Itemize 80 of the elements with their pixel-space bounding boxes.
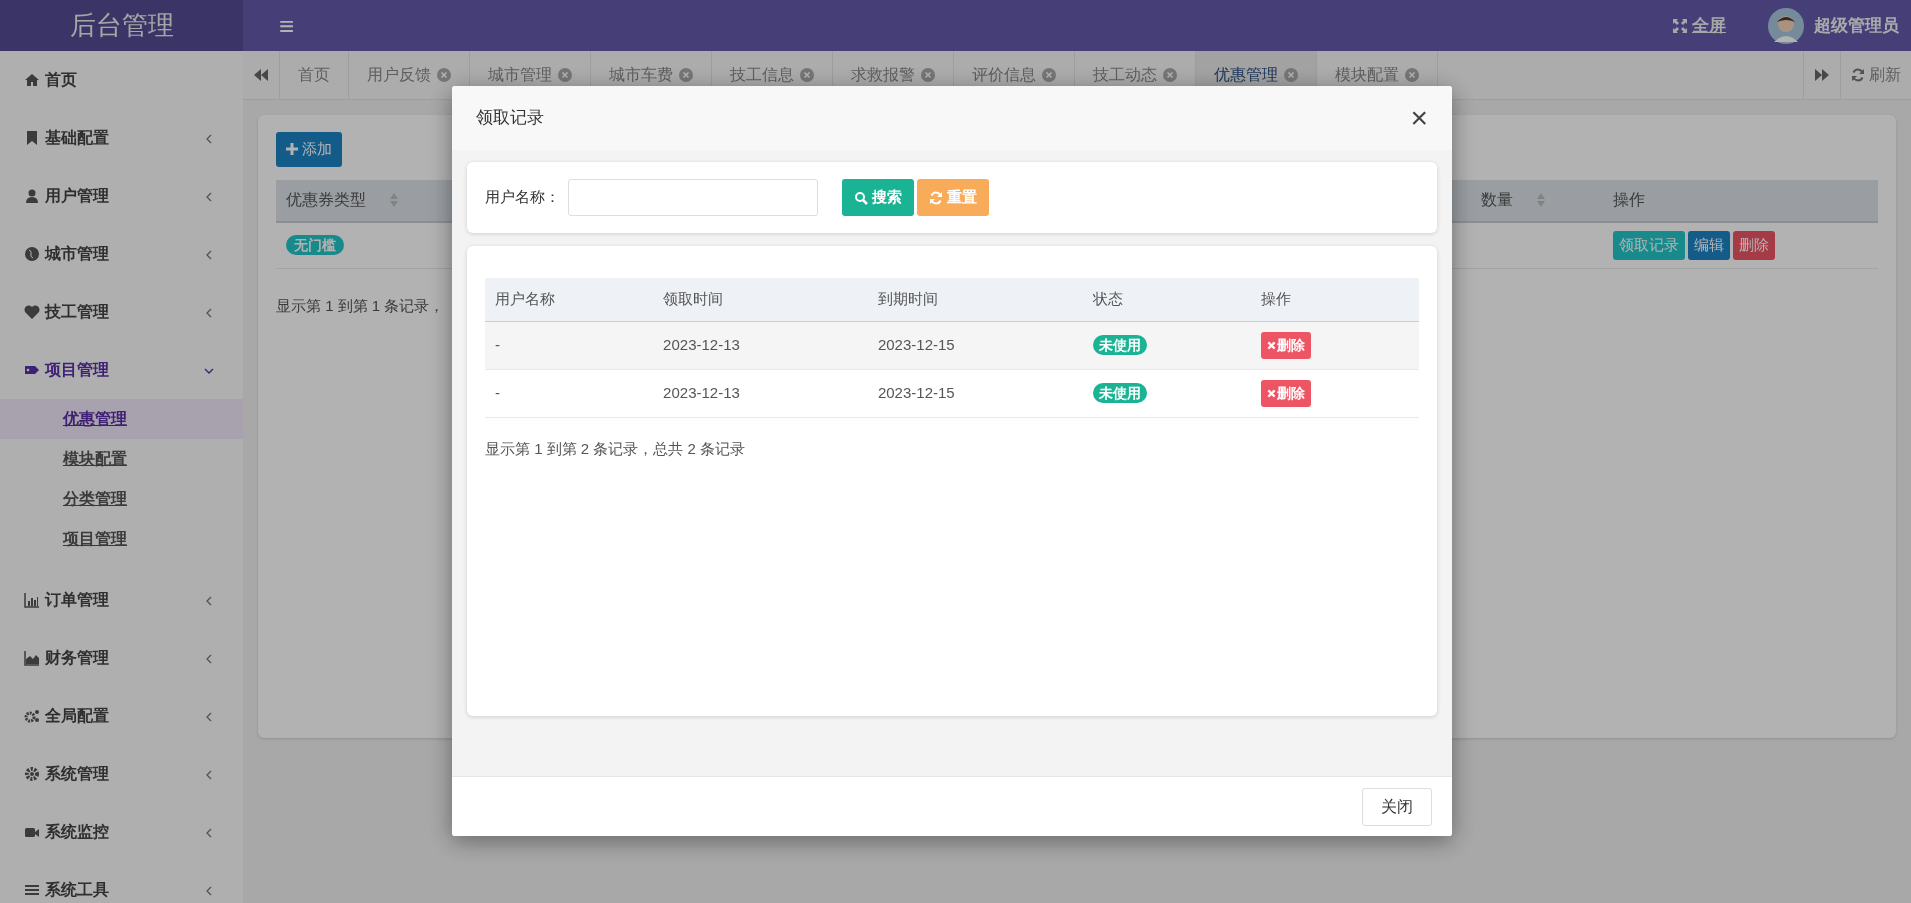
refresh-icon bbox=[929, 190, 943, 205]
user-name[interactable]: 超级管理员 bbox=[1814, 12, 1899, 39]
refresh-icon bbox=[1851, 68, 1865, 82]
menu-toggle[interactable]: ≡ bbox=[279, 12, 295, 39]
status-badge: 未使用 bbox=[1092, 382, 1147, 403]
close-icon[interactable] bbox=[558, 68, 572, 82]
column-header: 状态 bbox=[1092, 290, 1123, 307]
search-icon bbox=[854, 190, 868, 205]
column-header: 用户名称 bbox=[495, 290, 555, 307]
table-cell: - bbox=[495, 383, 500, 401]
add-button[interactable]: 添加 bbox=[276, 132, 342, 167]
sidebar-item[interactable]: 技工管理 bbox=[0, 283, 243, 341]
close-icon[interactable] bbox=[1284, 68, 1298, 82]
search-button[interactable]: 搜索 bbox=[842, 179, 914, 216]
close-icon[interactable] bbox=[1163, 68, 1177, 82]
bar-chart-icon bbox=[24, 592, 40, 608]
pagination-info: 显示第 1 到第 2 条记录，总共 2 条记录 bbox=[485, 438, 746, 459]
gears-icon bbox=[24, 708, 40, 724]
field-label: 用户名称： bbox=[485, 187, 560, 208]
fullscreen-link[interactable]: 全屏 bbox=[1672, 12, 1726, 39]
sidebar-item[interactable]: 系统监控 bbox=[0, 803, 243, 861]
column-header[interactable]: 操作 bbox=[1613, 188, 1645, 212]
close-button[interactable]: 关闭 bbox=[1362, 787, 1432, 826]
table-cell: - bbox=[495, 335, 500, 353]
close-icon[interactable] bbox=[921, 68, 935, 82]
column-header: 操作 bbox=[1260, 290, 1291, 307]
table-cell: 2023-12-13 bbox=[663, 383, 740, 401]
table-cell: 2023-12-15 bbox=[877, 383, 955, 401]
sidebar-item[interactable]: 首页 bbox=[0, 51, 243, 109]
home-icon bbox=[24, 72, 40, 88]
double-right-icon bbox=[1815, 69, 1829, 81]
close-icon bbox=[1266, 388, 1276, 398]
sidebar-item[interactable]: 城市管理 bbox=[0, 225, 243, 283]
column-header: 领取时间 bbox=[663, 290, 724, 307]
close-icon[interactable] bbox=[437, 68, 451, 82]
app-logo: 后台管理 bbox=[69, 9, 174, 42]
avatar-icon[interactable] bbox=[1768, 7, 1804, 44]
plus-icon bbox=[286, 143, 298, 156]
delete-button[interactable]: 删除 bbox=[1260, 331, 1311, 359]
sidebar-item[interactable]: 用户管理 bbox=[0, 167, 243, 225]
action-button[interactable]: 删除 bbox=[1733, 231, 1775, 260]
close-icon[interactable] bbox=[1405, 68, 1419, 82]
gear-icon bbox=[24, 766, 40, 782]
delete-button[interactable]: 删除 bbox=[1260, 379, 1311, 407]
sidebar-item[interactable]: 项目管理 bbox=[0, 341, 243, 399]
list-icon bbox=[24, 882, 40, 898]
modal-title: 领取记录 bbox=[476, 107, 544, 130]
sidebar-subitem[interactable]: 优惠管理 bbox=[0, 399, 243, 439]
pagination-info: 显示第 1 到第 1 条记录， bbox=[276, 296, 445, 316]
expand-icon bbox=[1672, 17, 1688, 34]
sidebar-item[interactable]: 系统管理 bbox=[0, 745, 243, 803]
area-chart-icon bbox=[24, 650, 40, 666]
sidebar-subitem[interactable]: 分类管理 bbox=[0, 479, 243, 519]
input-field[interactable] bbox=[568, 179, 818, 216]
user-icon bbox=[24, 188, 40, 204]
coupon-type-tag: 无门槛 bbox=[286, 234, 344, 255]
status-badge: 未使用 bbox=[1092, 334, 1147, 355]
bookmark-icon bbox=[24, 130, 40, 146]
sidebar-subitem[interactable]: 项目管理 bbox=[0, 519, 243, 559]
table-cell: 2023-12-15 bbox=[877, 335, 955, 353]
globe-icon bbox=[24, 246, 40, 262]
close-icon bbox=[1266, 340, 1276, 350]
column-header[interactable]: 优惠券类型 bbox=[286, 188, 398, 212]
sidebar-item[interactable]: 订单管理 bbox=[0, 571, 243, 629]
sidebar-item[interactable]: 财务管理 bbox=[0, 629, 243, 687]
sidebar-item[interactable]: 全局配置 bbox=[0, 687, 243, 745]
double-left-icon bbox=[254, 69, 268, 81]
table-cell: 2023-12-13 bbox=[663, 335, 740, 353]
refresh-button[interactable]: 刷新 bbox=[1840, 51, 1911, 99]
tab[interactable]: 首页 bbox=[280, 51, 349, 99]
sidebar-subitem[interactable]: 模块配置 bbox=[0, 439, 243, 479]
sidebar-item[interactable]: 基础配置 bbox=[0, 109, 243, 167]
close-icon[interactable] bbox=[1042, 68, 1056, 82]
close-icon[interactable] bbox=[800, 68, 814, 82]
action-button[interactable]: 编辑 bbox=[1688, 231, 1730, 260]
close-icon[interactable] bbox=[679, 68, 693, 82]
heart-icon bbox=[24, 304, 40, 320]
column-header: 到期时间 bbox=[877, 290, 938, 307]
sidebar-item[interactable]: 系统工具 bbox=[0, 861, 243, 903]
close-button[interactable]: × bbox=[1410, 103, 1428, 133]
